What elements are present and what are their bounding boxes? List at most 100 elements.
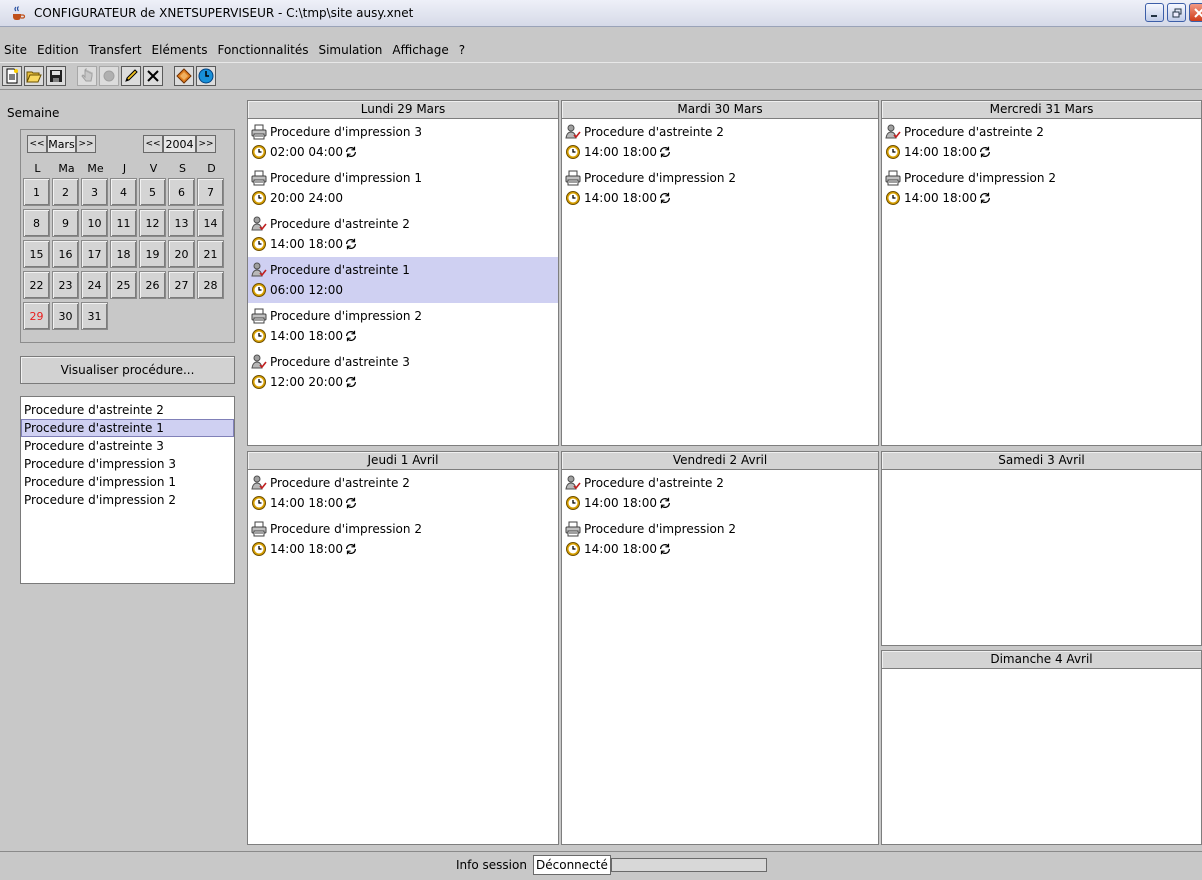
day-header: Dimanche 4 Avril [881,650,1202,668]
calendar-day-20[interactable]: 20 [168,240,195,268]
calendar-day-17[interactable]: 17 [81,240,108,268]
procedure-list-item[interactable]: Procedure d'impression 1 [21,473,234,491]
procedure-list-item[interactable]: Procedure d'astreinte 1 [21,419,234,437]
calendar-day-14[interactable]: 14 [197,209,224,237]
procedure-list-item[interactable]: Procedure d'astreinte 2 [21,401,234,419]
schedule-entry[interactable]: Procedure d'astreinte 312:00 20:00 [248,349,558,395]
schedule-entry[interactable]: Procedure d'impression 214:00 18:00 [562,516,878,562]
menu-item-simulation[interactable]: Simulation [313,43,387,57]
calendar-day-6[interactable]: 6 [168,178,195,206]
astreinte-person-icon [251,354,267,370]
calendar-day-2[interactable]: 2 [52,178,79,206]
calendar-day-15[interactable]: 15 [23,240,50,268]
menu-item-help[interactable]: ? [454,43,470,57]
calendar-day-29[interactable]: 29 [23,302,50,330]
calendar-day-25[interactable]: 25 [110,271,137,299]
calendar-day-21[interactable]: 21 [197,240,224,268]
calendar-day-23[interactable]: 23 [52,271,79,299]
calendar-day-10[interactable]: 10 [81,209,108,237]
entry-name-line: Procedure d'impression 3 [251,122,558,142]
open-button[interactable] [24,66,44,86]
calendar-day-30[interactable]: 30 [52,302,79,330]
menu-item-edition[interactable]: Edition [32,43,84,57]
new-file-button[interactable] [2,66,22,86]
calendar-day-19[interactable]: 19 [139,240,166,268]
calendar-day-1[interactable]: 1 [23,178,50,206]
calendar-day-16[interactable]: 16 [52,240,79,268]
delete-button[interactable] [143,66,163,86]
time-range: 14:00 18:00 [270,496,343,510]
diamond-button[interactable] [174,66,194,86]
calendar-day-26[interactable]: 26 [139,271,166,299]
edit-button[interactable] [121,66,141,86]
menu-bar: SiteEditionTransfertElémentsFonctionnali… [0,40,1202,60]
open-folder-icon [26,68,42,84]
procedure-list-item[interactable]: Procedure d'impression 3 [21,455,234,473]
entry-name-line: Procedure d'impression 1 [251,168,558,188]
menu-item-site[interactable]: Site [0,43,32,57]
schedule-entry[interactable]: Procedure d'impression 214:00 18:00 [562,165,878,211]
prev-month-button[interactable]: << [27,135,47,153]
next-month-button[interactable]: >> [76,135,96,153]
schedule-entry[interactable]: Procedure d'astreinte 214:00 18:00 [562,119,878,165]
minimize-icon [1150,8,1160,18]
calendar-day-12[interactable]: 12 [139,209,166,237]
schedule-entry[interactable]: Procedure d'impression 120:00 24:00 [248,165,558,211]
schedule-entry[interactable]: Procedure d'astreinte 214:00 18:00 [248,470,558,516]
prev-year-button[interactable]: << [143,135,163,153]
procedure-name: Procedure d'impression 2 [584,171,736,185]
calendar-day-3[interactable]: 3 [81,178,108,206]
close-button[interactable] [1189,3,1202,22]
select-button[interactable] [77,66,97,86]
calendar-day-5[interactable]: 5 [139,178,166,206]
calendar-day-4[interactable]: 4 [110,178,137,206]
procedure-list[interactable]: Procedure d'astreinte 2Procedure d'astre… [20,396,235,584]
next-year-button[interactable]: >> [196,135,216,153]
clock-icon [251,144,267,160]
schedule-entry[interactable]: Procedure d'astreinte 214:00 18:00 [882,119,1201,165]
menu-item-el-ments[interactable]: Eléments [147,43,213,57]
procedure-list-item[interactable]: Procedure d'astreinte 3 [21,437,234,455]
astreinte-person-icon [251,475,267,491]
calendar-day-24[interactable]: 24 [81,271,108,299]
procedure-name: Procedure d'impression 2 [904,171,1056,185]
visualiser-procedure-button[interactable]: Visualiser procédure... [20,356,235,384]
menu-item-transfert[interactable]: Transfert [84,43,147,57]
schedule-entry[interactable]: Procedure d'astreinte 106:00 12:00 [248,257,558,303]
entry-name-line: Procedure d'impression 2 [251,306,558,326]
day-schedule: Procedure d'impression 302:00 04:00Proce… [247,118,559,446]
schedule-entry[interactable]: Procedure d'impression 302:00 04:00 [248,119,558,165]
weekday-label: L [23,162,52,175]
schedule-entry[interactable]: Procedure d'impression 214:00 18:00 [882,165,1201,211]
astreinte-person-icon [251,262,267,278]
schedule-entry[interactable]: Procedure d'astreinte 214:00 18:00 [562,470,878,516]
procedure-list-item[interactable]: Procedure d'impression 2 [21,491,234,509]
entry-time-line: 06:00 12:00 [251,280,558,300]
weekday-label: V [139,162,168,175]
menu-item-fonctionnalit-s[interactable]: Fonctionnalités [212,43,313,57]
repeat-icon [658,191,672,205]
calendar-day-27[interactable]: 27 [168,271,195,299]
calendar-day-22[interactable]: 22 [23,271,50,299]
time-range: 12:00 20:00 [270,375,343,389]
calendar-day-31[interactable]: 31 [81,302,108,330]
schedule-entry[interactable]: Procedure d'impression 214:00 18:00 [248,303,558,349]
calendar-day-11[interactable]: 11 [110,209,137,237]
circle-button[interactable] [99,66,119,86]
clock-button[interactable] [196,66,216,86]
calendar-day-8[interactable]: 8 [23,209,50,237]
minimize-button[interactable] [1145,3,1164,22]
clock-icon [565,144,581,160]
calendar-day-7[interactable]: 7 [197,178,224,206]
calendar-day-9[interactable]: 9 [52,209,79,237]
save-button[interactable] [46,66,66,86]
calendar-day-28[interactable]: 28 [197,271,224,299]
schedule-entry[interactable]: Procedure d'astreinte 214:00 18:00 [248,211,558,257]
calendar-day-13[interactable]: 13 [168,209,195,237]
menu-item-affichage[interactable]: Affichage [387,43,453,57]
restore-button[interactable] [1167,3,1186,22]
diamond-icon [176,68,192,84]
calendar-day-18[interactable]: 18 [110,240,137,268]
schedule-entry[interactable]: Procedure d'impression 214:00 18:00 [248,516,558,562]
clock-icon [251,236,267,252]
